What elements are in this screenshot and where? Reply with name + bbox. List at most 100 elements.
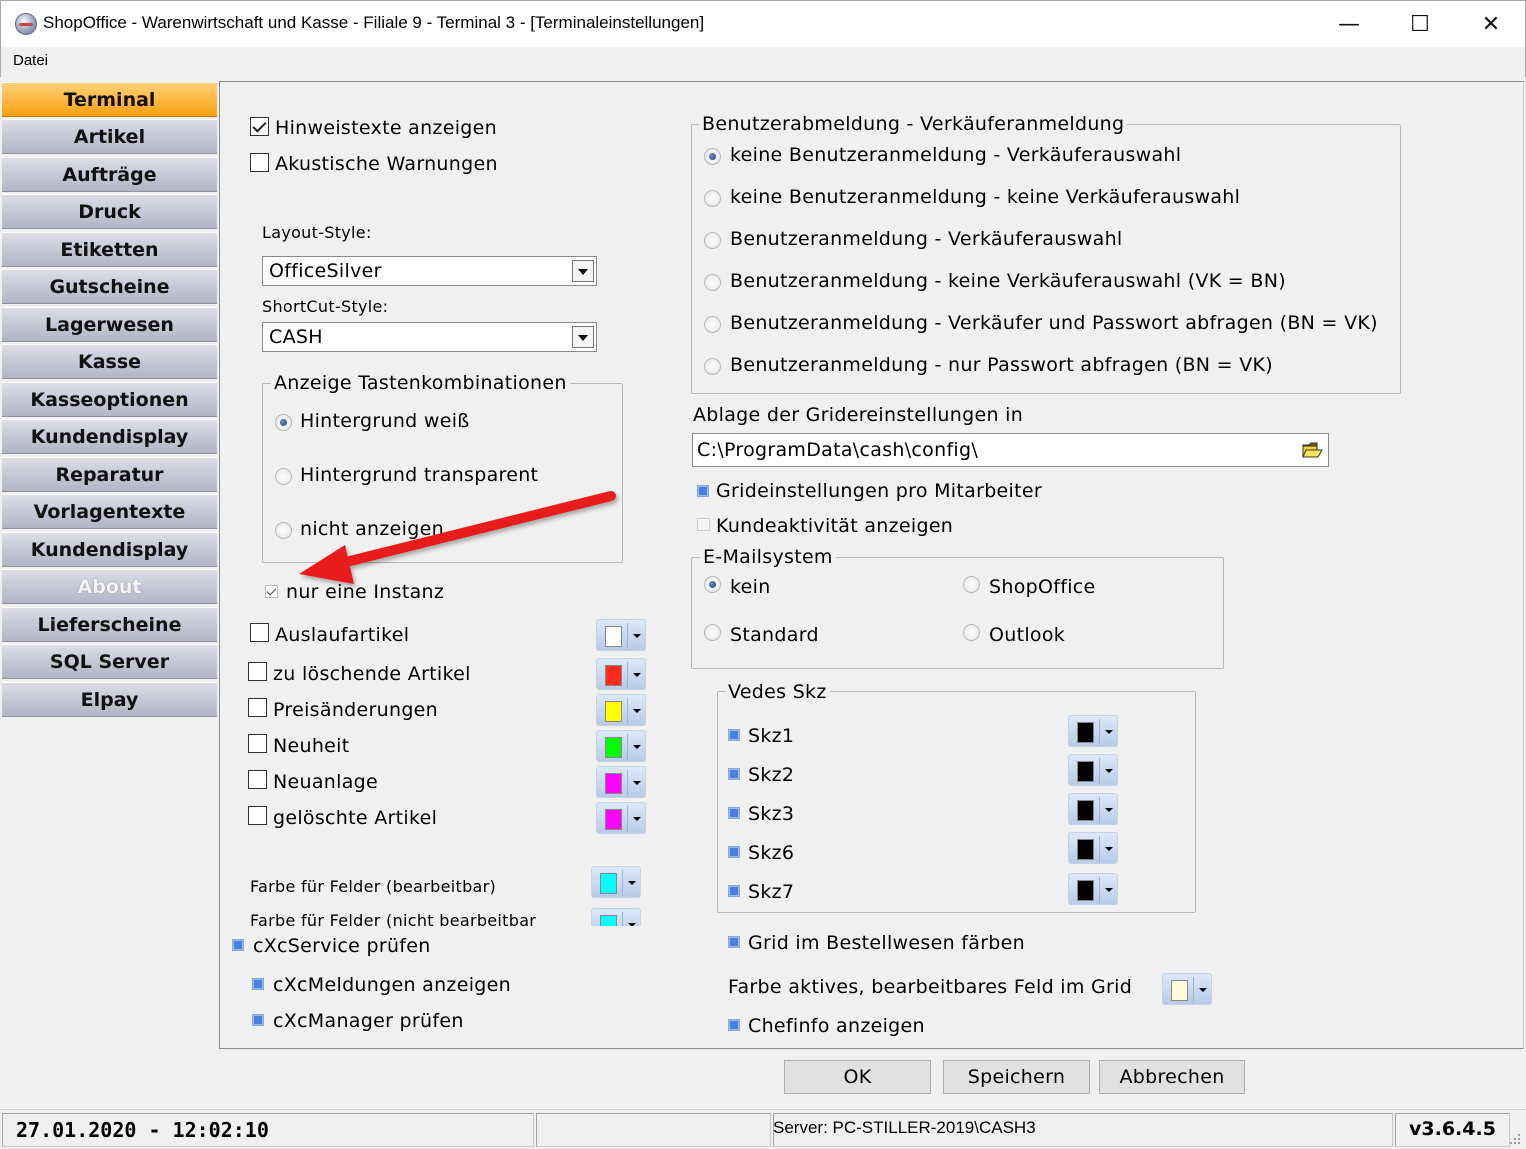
sidebar-item-kasseoptionen[interactable]: Kasseoptionen xyxy=(2,382,217,417)
sidebar-item-sql-server[interactable]: SQL Server xyxy=(2,644,217,679)
chevron-down-icon xyxy=(633,781,641,785)
ablage-path-input[interactable]: C:\ProgramData\cash\config\ xyxy=(692,433,1329,467)
neuanlage-checkbox[interactable] xyxy=(248,770,267,789)
sidebar-item-kundendisplay[interactable]: Kundendisplay xyxy=(2,419,217,454)
radio-nicht-anzeigen[interactable] xyxy=(275,522,292,539)
color-swatch xyxy=(605,665,622,686)
neuheit-checkbox[interactable] xyxy=(248,734,267,753)
geloeschte-color-picker[interactable] xyxy=(596,802,646,834)
sidebar-item-terminal[interactable]: Terminal xyxy=(2,82,217,117)
preisaenderungen-color-picker[interactable] xyxy=(596,694,646,726)
radio-benutzer-3[interactable] xyxy=(704,232,721,249)
email-shopoffice-label: ShopOffice xyxy=(989,576,1096,598)
cxc-manager-checkbox[interactable] xyxy=(252,1014,264,1026)
abbrechen-button[interactable]: Abbrechen xyxy=(1099,1060,1245,1094)
maximize-button[interactable]: ☐ xyxy=(1385,1,1455,48)
radio-email-kein[interactable] xyxy=(704,576,721,593)
auslaufartikel-color-picker[interactable] xyxy=(596,619,646,651)
hintergrund-weiss-label: Hintergrund weiß xyxy=(300,410,470,432)
skz6-checkbox[interactable] xyxy=(728,846,740,858)
farbe-bearbeitbar-picker[interactable] xyxy=(591,866,641,898)
minimize-button[interactable]: — xyxy=(1314,1,1384,48)
chevron-down-icon[interactable] xyxy=(572,326,594,348)
skz6-color-picker[interactable] xyxy=(1068,832,1118,864)
radio-email-outlook[interactable] xyxy=(963,624,980,641)
skz3-checkbox[interactable] xyxy=(728,807,740,819)
skz3-color-picker[interactable] xyxy=(1068,793,1118,825)
app-icon[interactable] xyxy=(15,13,37,35)
folder-icon[interactable] xyxy=(1302,441,1324,459)
neuheit-color-picker[interactable] xyxy=(596,730,646,762)
chevron-down-icon[interactable] xyxy=(572,260,594,282)
skz2-color-picker[interactable] xyxy=(1068,754,1118,786)
radio-hintergrund-weiss[interactable] xyxy=(275,414,292,431)
chevron-down-icon xyxy=(1105,847,1113,851)
radio-benutzer-4[interactable] xyxy=(704,274,721,291)
sidebar-item-kundendisplay-2[interactable]: Kundendisplay xyxy=(2,532,217,567)
color-swatch xyxy=(600,915,617,926)
color-swatch xyxy=(605,737,622,758)
radio-benutzer-2[interactable] xyxy=(704,190,721,207)
close-button[interactable]: ✕ xyxy=(1456,1,1526,48)
layout-style-select[interactable]: OfficeSilver xyxy=(262,256,597,286)
radio-benutzer-1[interactable] xyxy=(704,148,721,165)
vedes-title: Vedes Skz xyxy=(725,681,830,703)
close-icon: ✕ xyxy=(1481,12,1501,37)
sidebar-item-lagerwesen[interactable]: Lagerwesen xyxy=(2,307,217,342)
radio-hintergrund-transparent[interactable] xyxy=(275,468,292,485)
chefinfo-label: Chefinfo anzeigen xyxy=(748,1015,925,1037)
farbe-aktiv-picker[interactable] xyxy=(1162,973,1212,1005)
kundeaktivitaet-checkbox[interactable] xyxy=(697,518,710,531)
sidebar-item-elpay[interactable]: Elpay xyxy=(2,682,217,717)
skz1-color-picker[interactable] xyxy=(1068,715,1118,747)
farbe-nicht-wrapper-picker xyxy=(591,908,641,926)
farbe-nicht-label: Farbe für Felder (nicht bearbeitbar xyxy=(250,911,537,930)
speichern-button[interactable]: Speichern xyxy=(943,1060,1090,1094)
status-cell-empty xyxy=(536,1113,771,1147)
neuanlage-color-picker[interactable] xyxy=(596,766,646,798)
sidebar-item-gutscheine[interactable]: Gutscheine xyxy=(2,269,217,304)
zu-loeschende-checkbox[interactable] xyxy=(248,662,267,681)
sidebar-item-artikel[interactable]: Artikel xyxy=(2,119,217,154)
layout-style-label: Layout-Style: xyxy=(262,223,372,242)
skz1-checkbox[interactable] xyxy=(728,729,740,741)
geloeschte-checkbox[interactable] xyxy=(248,806,267,825)
preisaenderungen-label: Preisänderungen xyxy=(273,699,439,721)
resize-grip-icon[interactable] xyxy=(1508,1132,1522,1146)
grid-bestell-checkbox[interactable] xyxy=(728,936,740,948)
skz7-checkbox[interactable] xyxy=(728,885,740,897)
chevron-down-icon xyxy=(628,881,636,885)
layout-style-value: OfficeSilver xyxy=(269,260,382,282)
sidebar-item-lieferscheine[interactable]: Lieferscheine xyxy=(2,607,217,642)
sidebar-item-etiketten[interactable]: Etiketten xyxy=(2,232,217,267)
sidebar-item-kasse[interactable]: Kasse xyxy=(2,344,217,379)
radio-benutzer-6[interactable] xyxy=(704,358,721,375)
chevron-down-icon xyxy=(633,709,641,713)
status-bar: 27.01.2020 - 12:02:10 Server: PC-STILLER… xyxy=(0,1109,1526,1149)
hinweistexte-checkbox[interactable] xyxy=(250,117,269,136)
radio-benutzer-5[interactable] xyxy=(704,316,721,333)
ok-button[interactable]: OK xyxy=(784,1060,931,1094)
cxc-meldungen-checkbox[interactable] xyxy=(252,978,264,990)
radio-email-shopoffice[interactable] xyxy=(963,576,980,593)
grid-mitarbeiter-checkbox[interactable] xyxy=(697,485,709,497)
skz2-checkbox[interactable] xyxy=(728,768,740,780)
sidebar-item-auftraege[interactable]: Aufträge xyxy=(2,157,217,192)
menu-datei[interactable]: Datei xyxy=(13,52,48,69)
skz7-color-picker[interactable] xyxy=(1068,873,1118,905)
chevron-down-icon xyxy=(633,673,641,677)
zu-loeschende-color-picker[interactable] xyxy=(596,658,646,690)
akustische-checkbox[interactable] xyxy=(250,153,269,172)
sidebar-item-druck[interactable]: Druck xyxy=(2,194,217,229)
auslaufartikel-checkbox[interactable] xyxy=(250,623,269,642)
shortcut-style-select[interactable]: CASH xyxy=(262,322,597,352)
sidebar-item-reparatur[interactable]: Reparatur xyxy=(2,457,217,492)
farbe-nicht-picker[interactable] xyxy=(591,908,641,926)
skz2-label: Skz2 xyxy=(748,764,795,786)
cxc-service-checkbox[interactable] xyxy=(232,939,244,951)
sidebar-item-vorlagentexte[interactable]: Vorlagentexte xyxy=(2,494,217,529)
preisaenderungen-checkbox[interactable] xyxy=(248,698,267,717)
instanz-checkbox[interactable] xyxy=(265,585,278,598)
radio-email-standard[interactable] xyxy=(704,624,721,641)
chefinfo-checkbox[interactable] xyxy=(728,1019,740,1031)
